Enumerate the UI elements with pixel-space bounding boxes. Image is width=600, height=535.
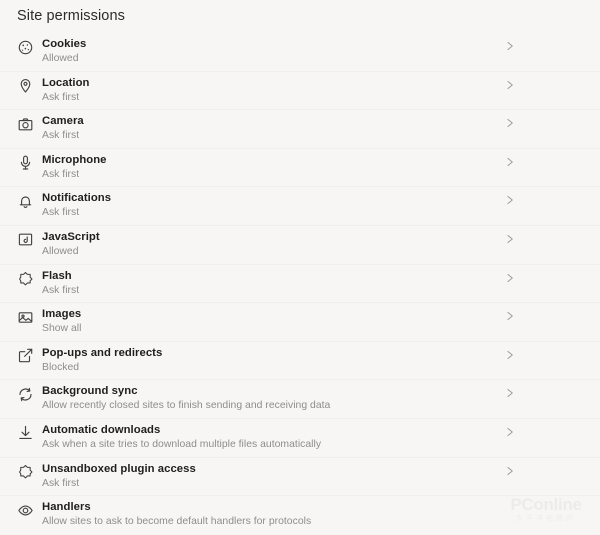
permission-row[interactable]: Location Ask first	[0, 72, 600, 111]
chevron-right-icon[interactable]	[504, 233, 516, 245]
permission-row-text: Automatic downloads Ask when a site tries…	[42, 419, 560, 452]
permission-label: Notifications	[42, 192, 112, 205]
chevron-right-icon[interactable]	[504, 349, 516, 361]
permission-label: Flash	[42, 269, 72, 282]
permission-status: Ask when a site tries to download multip…	[42, 438, 322, 450]
permission-row[interactable]: Handlers Allow sites to ask to become def…	[0, 496, 600, 535]
permission-status: Allow sites to ask to become default han…	[42, 516, 312, 528]
permission-label: Automatic downloads	[42, 423, 161, 436]
popup-icon	[16, 347, 34, 365]
chevron-right-icon[interactable]	[504, 117, 516, 129]
permission-label: Location	[42, 76, 90, 89]
permission-label: Background sync	[42, 385, 138, 398]
permission-row-text: Handlers Allow sites to ask to become def…	[42, 496, 560, 529]
chevron-right-icon[interactable]	[504, 426, 516, 438]
chevron-right-icon[interactable]	[504, 272, 516, 284]
camera-icon	[16, 115, 34, 133]
chevron-right-icon[interactable]	[504, 194, 516, 206]
permission-status: Allowed	[42, 53, 79, 64]
chevron-right-icon[interactable]	[504, 40, 516, 52]
permission-label: Pop-ups and redirects	[42, 346, 163, 359]
permission-row-text: Microphone Ask first	[42, 149, 560, 182]
chevron-right-icon[interactable]	[504, 156, 516, 168]
javascript-icon	[16, 231, 34, 249]
permissions-list: Cookies Allowed Location Ask first Camera Ask…	[0, 33, 600, 535]
chevron-right-icon[interactable]	[504, 79, 516, 91]
chevron-right-icon[interactable]	[504, 387, 516, 399]
permission-row-text: Location Ask first	[42, 72, 560, 105]
bell-icon	[16, 192, 34, 210]
permission-row[interactable]: Pop-ups and redirects Blocked	[0, 342, 600, 381]
permission-row[interactable]: JavaScript Allowed	[0, 226, 600, 265]
permission-status: Ask first	[42, 284, 80, 296]
location-pin-icon	[16, 77, 34, 95]
permission-row-text: Notifications Ask first	[42, 187, 560, 220]
permission-row[interactable]: Images Show all	[0, 303, 600, 342]
site-permissions-page: Site permissions Cookies Allowed Location A…	[0, 0, 600, 527]
permission-status: Ask first	[42, 130, 80, 142]
flash-icon	[16, 270, 34, 288]
permission-row[interactable]: Flash Ask first	[0, 265, 600, 304]
permission-row-text: Cookies Allowed	[42, 33, 560, 66]
permission-row-text: JavaScript Allowed	[42, 226, 560, 259]
permission-row[interactable]: Automatic downloads Ask when a site tries…	[0, 419, 600, 458]
plugin-icon	[16, 463, 34, 481]
permission-status: Show all	[42, 323, 82, 335]
permission-label: JavaScript	[42, 230, 100, 243]
permission-row[interactable]: Camera Ask first	[0, 110, 600, 149]
permission-status: Allow recently closed sites to finish se…	[42, 400, 331, 412]
permission-row[interactable]: Background sync Allow recently closed sit…	[0, 380, 600, 419]
handlers-icon	[16, 501, 34, 519]
page-title: Site permissions	[17, 8, 125, 24]
permission-row-text: Camera Ask first	[42, 110, 560, 143]
permission-status: Blocked	[42, 361, 80, 373]
permission-label: Images	[42, 308, 82, 321]
permission-label: Cookies	[42, 38, 87, 50]
permission-row[interactable]: Unsandboxed plugin access Ask first	[0, 458, 600, 497]
permission-row-text: Flash Ask first	[42, 265, 560, 298]
microphone-icon	[16, 154, 34, 172]
image-icon	[16, 308, 34, 326]
chevron-right-icon[interactable]	[504, 310, 516, 322]
permission-status: Ask first	[42, 207, 80, 219]
permission-row-text: Unsandboxed plugin access Ask first	[42, 458, 560, 491]
permission-label: Camera	[42, 115, 84, 128]
permission-label: Unsandboxed plugin access	[42, 462, 196, 475]
permission-row[interactable]: Notifications Ask first	[0, 187, 600, 226]
chevron-right-icon[interactable]	[504, 465, 516, 477]
permission-row-text: Images Show all	[42, 303, 560, 336]
permission-row-text: Pop-ups and redirects Blocked	[42, 342, 560, 375]
sync-icon	[16, 385, 34, 403]
permission-label: Microphone	[42, 153, 107, 166]
permission-status: Ask first	[42, 168, 80, 180]
permission-status: Ask first	[42, 91, 80, 103]
permission-status: Allowed	[42, 245, 79, 257]
permission-row[interactable]: Cookies Allowed	[0, 33, 600, 72]
permission-row[interactable]: Microphone Ask first	[0, 149, 600, 188]
download-icon	[16, 424, 34, 442]
permission-label: Handlers	[42, 501, 91, 514]
cookie-icon	[16, 38, 34, 56]
permission-status: Ask first	[42, 477, 80, 489]
permission-row-text: Background sync Allow recently closed sit…	[42, 380, 560, 413]
